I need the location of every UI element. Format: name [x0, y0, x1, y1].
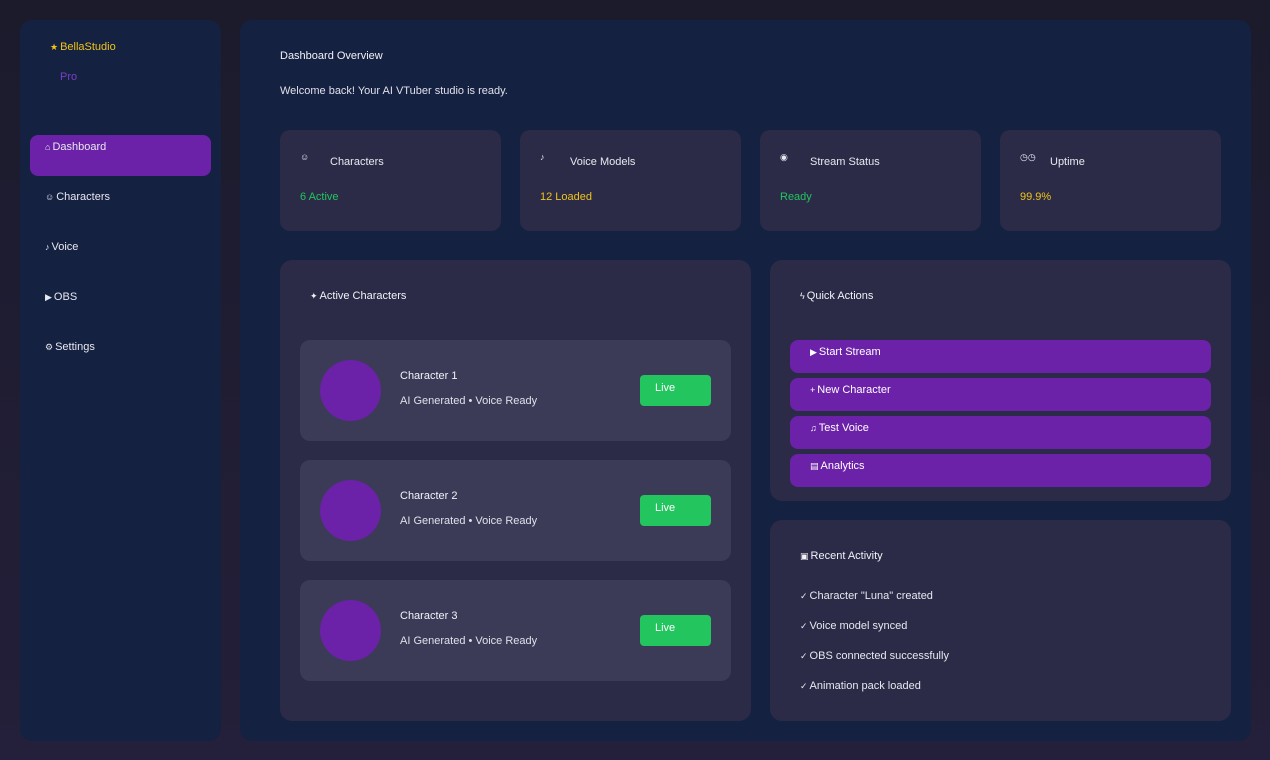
quick-actions-panel: ϟ Quick Actions ▶ Start Stream + New Charac…: [770, 260, 1231, 501]
sidebar-item-label: Settings: [55, 341, 95, 353]
speaker-icon: ♫: [810, 423, 817, 433]
live-button[interactable]: Live: [640, 615, 711, 646]
avatar: [320, 360, 381, 421]
sidebar-item-voice[interactable]: ♪ Voice: [30, 235, 211, 276]
sidebar-item-label: Characters: [56, 191, 110, 203]
character-card[interactable]: Character 1 AI Generated • Voice Ready L…: [300, 340, 731, 441]
avatar: [320, 600, 381, 661]
start-stream-button[interactable]: ▶ Start Stream: [790, 340, 1211, 373]
broadcast-icon: ◉: [780, 152, 788, 162]
activity-item: ✓ OBS connected successfully: [800, 650, 949, 662]
analytics-button[interactable]: ▤ Analytics: [790, 454, 1211, 487]
play-icon: ▶: [810, 347, 817, 357]
active-characters-panel: ✦ Active Characters Character 1 AI Genera…: [280, 260, 751, 721]
sidebar: ★ BellaStudio Pro ⌂ Dashboard ☺ Characters …: [20, 20, 221, 741]
gear-icon: ⚙: [45, 342, 54, 352]
stat-card-stream-status: ◉ Stream Status Ready: [760, 130, 981, 231]
check-icon: ✓: [800, 681, 808, 691]
user-icon: ☺: [45, 192, 55, 202]
character-name: Character 1: [400, 370, 458, 382]
plus-icon: +: [810, 385, 816, 395]
panel-title: ▣ Recent Activity: [800, 550, 883, 562]
test-voice-button[interactable]: ♫ Test Voice: [790, 416, 1211, 449]
stat-label: Stream Status: [810, 156, 880, 168]
clock-icon: ◷◷: [1020, 152, 1036, 162]
check-icon: ✓: [800, 621, 808, 631]
check-icon: ✓: [800, 651, 808, 661]
brand-logo[interactable]: ★ BellaStudio: [50, 41, 116, 53]
video-icon: ▶: [45, 292, 52, 302]
avatar: [320, 480, 381, 541]
brand-name: BellaStudio: [60, 41, 116, 53]
character-meta: AI Generated • Voice Ready: [400, 635, 538, 647]
sidebar-item-settings[interactable]: ⚙ Settings: [30, 335, 211, 376]
character-card[interactable]: Character 2 AI Generated • Voice Ready L…: [300, 460, 731, 561]
stat-value: 12 Loaded: [540, 191, 592, 203]
panel-title: ϟ Quick Actions: [800, 290, 874, 302]
check-icon: ✓: [800, 591, 808, 601]
activity-item: ✓ Voice model synced: [800, 620, 908, 632]
home-icon: ⌂: [45, 142, 51, 152]
clipboard-icon: ▣: [800, 551, 809, 561]
stat-label: Characters: [330, 156, 384, 168]
stat-value: 6 Active: [300, 191, 339, 203]
sidebar-item-dashboard[interactable]: ⌂ Dashboard: [30, 135, 211, 176]
main-content: Dashboard Overview Welcome back! Your AI…: [240, 20, 1251, 741]
chart-icon: ▤: [810, 461, 819, 471]
sidebar-item-obs[interactable]: ▶ OBS: [30, 285, 211, 326]
live-button[interactable]: Live: [640, 375, 711, 406]
users-icon: ☺: [300, 152, 310, 162]
stat-value: Ready: [780, 191, 812, 203]
sidebar-item-label: OBS: [53, 291, 78, 303]
character-meta: AI Generated • Voice Ready: [400, 515, 538, 527]
sidebar-item-label: Dashboard: [52, 141, 107, 153]
character-meta: AI Generated • Voice Ready: [400, 395, 538, 407]
character-name: Character 3: [400, 610, 458, 622]
star-icon: ★: [50, 42, 59, 52]
page-subtitle: Welcome back! Your AI VTuber studio is r…: [280, 85, 508, 97]
microphone-icon: ♪: [45, 242, 50, 252]
page-title: Dashboard Overview: [280, 50, 383, 62]
recent-activity-panel: ▣ Recent Activity ✓ Character "Luna" creat…: [770, 520, 1231, 721]
stat-card-characters: ☺ Characters 6 Active: [280, 130, 501, 231]
stat-label: Voice Models: [570, 156, 636, 168]
stat-card-voice-models: ♪ Voice Models 12 Loaded: [520, 130, 741, 231]
microphone-icon: ♪: [540, 152, 545, 162]
live-button[interactable]: Live: [640, 495, 711, 526]
sidebar-item-characters[interactable]: ☺ Characters: [30, 185, 211, 226]
activity-item: ✓ Character "Luna" created: [800, 590, 933, 602]
lightning-icon: ϟ: [800, 291, 805, 301]
panel-title: ✦ Active Characters: [310, 290, 407, 302]
activity-item: ✓ Animation pack loaded: [800, 680, 921, 692]
character-name: Character 2: [400, 490, 458, 502]
sparkle-icon: ✦: [310, 291, 318, 301]
character-card[interactable]: Character 3 AI Generated • Voice Ready L…: [300, 580, 731, 681]
plan-badge: Pro: [60, 71, 78, 83]
stat-value: 99.9%: [1020, 191, 1052, 203]
new-character-button[interactable]: + New Character: [790, 378, 1211, 411]
stat-card-uptime: ◷◷ Uptime 99.9%: [1000, 130, 1221, 231]
sidebar-item-label: Voice: [51, 241, 79, 253]
stat-label: Uptime: [1050, 156, 1085, 168]
